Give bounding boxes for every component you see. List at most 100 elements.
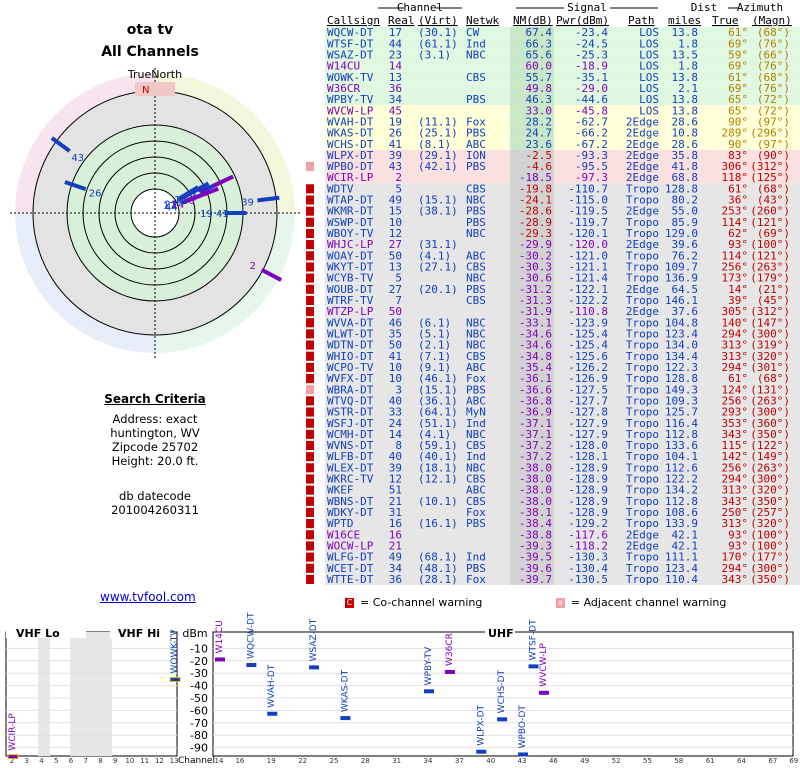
vhf-channel-tick: 10 [125, 757, 134, 765]
adjacent-channel-warning [306, 385, 314, 395]
uhf-channel-tick: 43 [518, 757, 527, 765]
uhf-channel-tick: 69 [789, 757, 798, 765]
uhf-channel-tick: 67 [768, 757, 777, 765]
vhf-channel-tick: 9 [113, 757, 117, 765]
hdr-netwk: Netwk [466, 14, 499, 27]
adjacent-channel-box: a [555, 598, 565, 608]
channel-axis-label: Channel [178, 756, 215, 766]
co-channel-warning [306, 574, 314, 584]
table-row[interactable]: WOUB-DT 27 (20.1) PBS -31.2 -122.1 2Edge 64.5 14… [306, 283, 800, 296]
vhf-channel-tick: 13 [170, 757, 179, 765]
spectrum-station-bar [528, 664, 539, 669]
polar-station-label: 45 [198, 186, 211, 197]
path-cell: Tropo [626, 573, 659, 586]
uhf-channel-tick: 28 [361, 757, 370, 765]
adjacent-channel-label: = Adjacent channel warning [570, 596, 727, 609]
dbm-tick-label: -60 [190, 704, 208, 717]
co-channel-warning [306, 251, 314, 261]
spectrum-station: WOWK-TV [169, 629, 181, 683]
title-line-2: All Channels [101, 44, 199, 60]
dbm-tick-label: -30 [190, 667, 208, 680]
table-row[interactable]: WDTV 5 CBS -19.8 -110.7 Tropo 128.8 61° (68°) [306, 182, 800, 195]
spectrum-station-label: WCIR-LP [8, 713, 18, 751]
hdr-magn: (Magn) [752, 14, 792, 27]
nm-cell: -39.7 [519, 573, 552, 586]
network-cell: NBC [466, 48, 486, 61]
co-channel-warning [306, 240, 314, 250]
virtual-channel-cell: (20.1) [418, 283, 458, 296]
hdr-path: Path [628, 14, 655, 27]
co-channel-warning [306, 519, 314, 529]
polar-station-label: 36 [182, 196, 195, 207]
spectrum-station-label: W36CR [445, 633, 455, 666]
spectrum-station-bar [215, 657, 225, 662]
network-cell: Fox [466, 573, 486, 586]
co-channel-warning [306, 284, 314, 294]
vhf-channel-tick: 8 [98, 757, 102, 765]
vhf-hi-label: VHF Hi [118, 627, 160, 640]
co-channel-warning [306, 563, 314, 573]
table-row[interactable]: WTTE-DT 36 (28.1) Fox -39.7 -130.5 Tropo 110.4 3… [306, 573, 800, 586]
spectrum-station: WVAH-DT [267, 664, 278, 716]
hdr-miles: miles [668, 14, 701, 27]
spectrum-station-label: WPBO-DT [518, 705, 528, 749]
criteria-address: Address: exact [112, 412, 198, 426]
co-channel-warning [306, 295, 314, 305]
warning-legend: C = Co-channel warning a = Adjacent channe… [345, 596, 795, 609]
vhf-channel-tick: 3 [25, 757, 29, 765]
distance-cell: 110.4 [665, 573, 698, 586]
adjacent-channel-warning [306, 161, 314, 172]
table-row[interactable]: WBOY-TV 12 NBC -29.3 -120.1 Tropo 129.0 62° (69°… [306, 227, 800, 240]
co-channel-warning [306, 418, 314, 428]
co-channel-label: = Co-channel warning [360, 596, 483, 609]
dbm-tick-label: -10 [190, 642, 208, 655]
network-cell: PBS [466, 160, 486, 173]
uhf-label: UHF [488, 627, 514, 640]
uhf-channel-tick: 37 [455, 757, 464, 765]
uhf-channel-tick: 40 [486, 757, 495, 765]
vhf-channel-tick: 6 [69, 757, 74, 765]
spectrum-station-label: WVCW-LP [539, 643, 549, 687]
virtual-channel-cell: (38.1) [418, 205, 458, 218]
co-channel-warning [306, 307, 314, 317]
virtual-channel-cell: (3.1) [418, 48, 451, 61]
virtual-channel-cell: (27.1) [418, 261, 458, 274]
spectrum-station-bar [340, 716, 351, 721]
co-channel-warning [306, 362, 314, 372]
co-channel-warning [306, 485, 314, 495]
spectrum-station-bar [424, 689, 435, 694]
vhf-channel-tick: 4 [39, 757, 44, 765]
spectrum-station-label: WTSF-DT [529, 619, 539, 660]
spectrum-station-bar [497, 717, 508, 722]
dbm-tick-label: -70 [190, 717, 208, 730]
co-channel-warning [306, 507, 314, 518]
polar-station-label: 26 [89, 188, 102, 199]
uhf-channel-tick: 16 [235, 757, 244, 765]
criteria-zip: Zipcode 25702 [111, 440, 199, 454]
hdr-callsign: Callsign [327, 14, 380, 27]
spectrum-station-label: WVAH-DT [267, 664, 277, 708]
network-cell: PBS [466, 93, 486, 106]
table-row[interactable]: W16CE 16 -38.8 -117.6 2Edge 42.1 93° (100°) [306, 528, 800, 541]
dbm-tick-label: -50 [190, 692, 208, 705]
dbm-tick-label: -20 [190, 655, 208, 668]
virtual-channel-cell: (42.1) [418, 160, 458, 173]
table-row[interactable]: WCPO-TV 10 (9.1) ABC -35.4 -126.2 Tropo 122.3 29… [306, 361, 800, 374]
network-cell: PBS [466, 517, 486, 530]
table-row[interactable]: WPTD 16 (16.1) PBS -38.4 -129.2 Tropo 133.9 313°… [306, 517, 800, 530]
table-row[interactable]: WSWP-DT 10 PBS -28.9 -119.7 Tropo 85.9 114° (121… [306, 216, 800, 229]
co-channel-warning [306, 217, 314, 227]
co-channel-warning [306, 228, 314, 239]
spectrum-station-bar [267, 711, 278, 716]
spectrum-station-label: WSAZ-DT [309, 618, 319, 661]
uhf-channel-tick: 31 [392, 757, 401, 765]
spectrum-station: WPBY-TV [424, 646, 435, 694]
co-channel-warning [306, 552, 314, 562]
azimuth-magnetic-cell: (350°) [750, 573, 790, 586]
table-row[interactable]: WCYB-TV 5 NBC -30.6 -121.4 Tropo 136.9 173° (179… [306, 272, 800, 285]
virtual-channel-cell: (16.1) [418, 517, 458, 530]
tvfool-link[interactable]: www.tvfool.com [100, 590, 196, 604]
co-channel-warning [306, 273, 314, 283]
uhf-channel-tick: 58 [674, 757, 683, 765]
spectrum-chart: VHF Lo VHF Hi dBm UHF Channel -10-20-30-… [5, 612, 798, 766]
